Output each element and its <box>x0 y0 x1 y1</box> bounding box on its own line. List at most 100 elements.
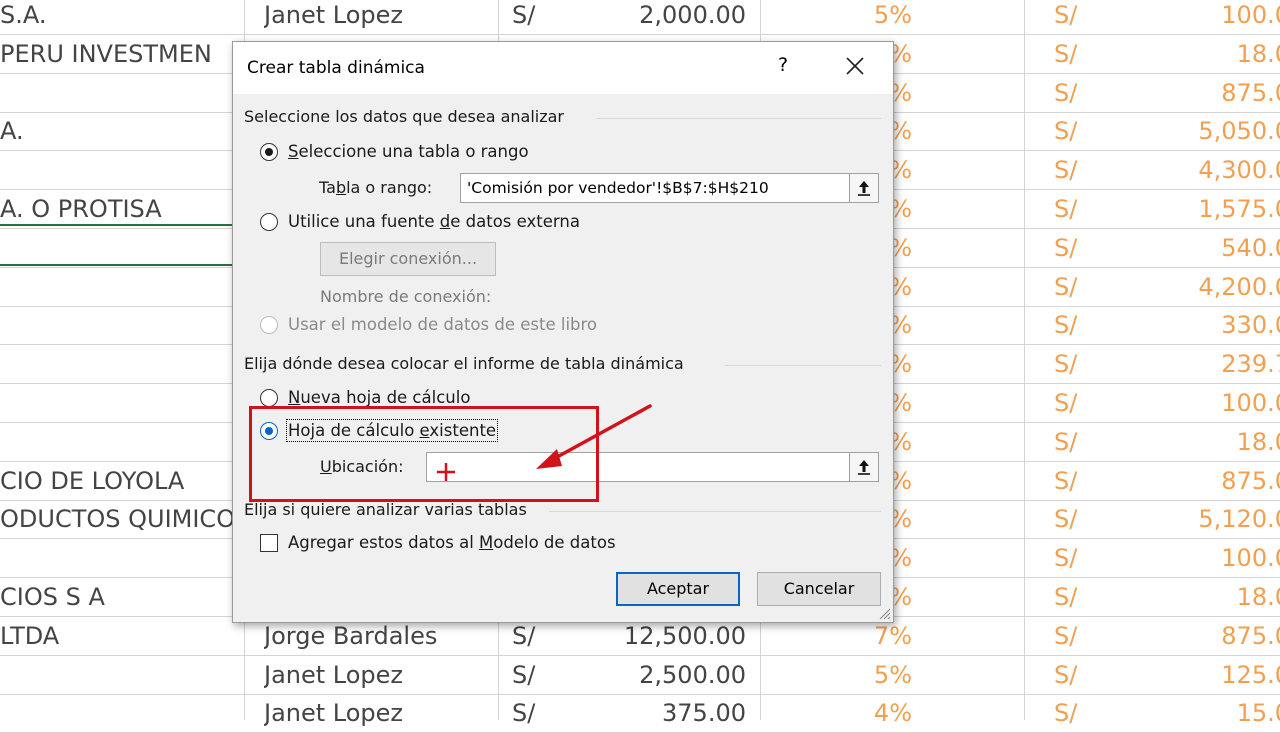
cell-company[interactable] <box>0 151 240 189</box>
help-button[interactable]: ? <box>773 54 793 80</box>
cell-company[interactable] <box>0 74 240 112</box>
dialog-titlebar[interactable]: Crear tabla dinámica ? <box>233 42 893 94</box>
cell-pct[interactable]: 5% <box>780 656 912 694</box>
radio-use-data-model[interactable] <box>260 316 278 334</box>
annotation-highlight-box <box>249 406 599 502</box>
cell-value[interactable]: 100.0 <box>1110 0 1280 34</box>
cell-value[interactable]: 4,300.0 <box>1110 151 1280 189</box>
connection-name-label: Nombre de conexión: <box>320 287 492 306</box>
collapse-dialog-icon <box>858 181 870 196</box>
cell-cur2[interactable]: S/ <box>1054 462 1094 500</box>
cell-name[interactable]: Janet Lopez <box>264 656 494 694</box>
cell-value[interactable]: 18.0 <box>1110 423 1280 461</box>
resize-grip-icon[interactable] <box>877 606 891 620</box>
cell-cur1[interactable]: S/ <box>512 656 552 694</box>
cell-company[interactable]: A. O PROTISA <box>0 190 240 228</box>
divider <box>725 365 881 366</box>
cell-cur2[interactable]: S/ <box>1054 151 1094 189</box>
cell-value[interactable]: 100.0 <box>1110 384 1280 422</box>
radio-new-worksheet[interactable] <box>260 389 278 407</box>
radio-select-table[interactable] <box>260 143 278 161</box>
cell-company[interactable] <box>0 384 240 422</box>
cell-company[interactable]: PERU INVESTMEN <box>0 35 240 73</box>
cell-cur2[interactable]: S/ <box>1054 578 1094 616</box>
cell-value[interactable]: 15.0 <box>1110 694 1280 732</box>
cell-amount[interactable]: 2,500.00 <box>560 656 746 694</box>
cell-company[interactable]: LTDA <box>0 617 240 655</box>
cell-company[interactable] <box>0 345 240 383</box>
cell-value[interactable]: 4,200.0 <box>1110 268 1280 306</box>
cell-company[interactable] <box>0 539 240 577</box>
radio-new-worksheet-label[interactable]: Nueva hoja de cálculo <box>288 388 470 407</box>
cell-value[interactable]: 875.0 <box>1110 617 1280 655</box>
cell-value[interactable]: 1,575.0 <box>1110 190 1280 228</box>
table-row[interactable]: Janet Lopez S/2,500.00 5% S/125.0 <box>0 656 1280 695</box>
create-pivot-table-dialog: Crear tabla dinámica ? Seleccione los da… <box>232 41 894 623</box>
cell-cur2[interactable]: S/ <box>1054 35 1094 73</box>
cell-value[interactable]: 875.0 <box>1110 74 1280 112</box>
cell-company[interactable] <box>0 694 240 732</box>
table-row[interactable]: S.A. Janet Lopez S/2,000.00 5% S/100.0 <box>0 0 1280 35</box>
cell-name[interactable]: Janet Lopez <box>264 0 494 34</box>
add-to-data-model-label[interactable]: Agregar estos datos al Modelo de datos <box>288 533 616 552</box>
ok-button[interactable]: Aceptar <box>616 572 740 606</box>
cell-company[interactable]: CIOS S A <box>0 578 240 616</box>
cell-pct[interactable]: 5% <box>780 0 912 34</box>
cell-cur2[interactable]: S/ <box>1054 74 1094 112</box>
cell-cur1[interactable]: S/ <box>512 694 552 732</box>
cell-value[interactable]: 125.0 <box>1110 656 1280 694</box>
cell-value[interactable]: 875.0 <box>1110 462 1280 500</box>
cell-company[interactable] <box>0 268 240 306</box>
cell-cur2[interactable]: S/ <box>1054 345 1094 383</box>
cell-value[interactable]: 100.0 <box>1110 539 1280 577</box>
column-divider <box>1024 0 1025 720</box>
cell-value[interactable]: 5,120.0 <box>1110 500 1280 538</box>
radio-external-source[interactable] <box>260 213 278 231</box>
cell-company[interactable] <box>0 656 240 694</box>
cell-cur1[interactable]: S/ <box>512 0 552 34</box>
cell-company[interactable]: S.A. <box>0 0 240 34</box>
cell-name[interactable]: Janet Lopez <box>264 694 494 732</box>
cell-company[interactable] <box>0 229 240 267</box>
cell-value[interactable]: 5,050.0 <box>1110 112 1280 150</box>
cell-value[interactable]: 18.0 <box>1110 578 1280 616</box>
cell-company[interactable] <box>0 306 240 344</box>
dialog-title: Crear tabla dinámica <box>247 58 425 78</box>
cell-company[interactable]: A. <box>0 112 240 150</box>
cell-pct[interactable]: 4% <box>780 694 912 732</box>
cell-cur2[interactable]: S/ <box>1054 656 1094 694</box>
collapse-dialog-button[interactable] <box>849 173 879 203</box>
add-to-data-model-checkbox[interactable] <box>260 534 278 552</box>
cell-cur2[interactable]: S/ <box>1054 112 1094 150</box>
cell-amount[interactable]: 375.00 <box>560 694 746 732</box>
cell-value[interactable]: 330.0 <box>1110 306 1280 344</box>
cell-cur2[interactable]: S/ <box>1054 190 1094 228</box>
radio-external-source-label[interactable]: Utilice una fuente de datos externa <box>288 212 580 231</box>
cell-value[interactable]: 18.0 <box>1110 35 1280 73</box>
table-range-label: Tabla o rango: <box>319 178 433 197</box>
cell-cur2[interactable]: S/ <box>1054 423 1094 461</box>
cell-value[interactable]: 540.0 <box>1110 229 1280 267</box>
cell-cur2[interactable]: S/ <box>1054 268 1094 306</box>
radio-select-table-label[interactable]: Seleccione una tabla o rango <box>288 142 529 161</box>
cancel-button[interactable]: Cancelar <box>757 572 881 606</box>
cell-company[interactable]: ODUCTOS QUIMICO <box>0 500 240 538</box>
close-button[interactable] <box>841 52 869 80</box>
table-range-input[interactable]: 'Comisión por vendedor'!$B$7:$H$210 <box>460 173 850 203</box>
cell-cur2[interactable]: S/ <box>1054 384 1094 422</box>
cell-cur2[interactable]: S/ <box>1054 500 1094 538</box>
cell-company[interactable] <box>0 423 240 461</box>
selection-border <box>0 224 240 226</box>
location-collapse-button[interactable] <box>849 452 879 482</box>
cell-cur2[interactable]: S/ <box>1054 539 1094 577</box>
cell-cur2[interactable]: S/ <box>1054 0 1094 34</box>
choose-connection-button[interactable]: Elegir conexión... <box>320 242 496 276</box>
cell-cur2[interactable]: S/ <box>1054 306 1094 344</box>
cell-amount[interactable]: 2,000.00 <box>560 0 746 34</box>
cell-cur2[interactable]: S/ <box>1054 694 1094 732</box>
cell-value[interactable]: 239.7 <box>1110 345 1280 383</box>
cell-company[interactable]: CIO DE LOYOLA <box>0 462 240 500</box>
cell-cur2[interactable]: S/ <box>1054 617 1094 655</box>
table-row[interactable]: Janet Lopez S/375.00 4% S/15.0 <box>0 694 1280 733</box>
cell-cur2[interactable]: S/ <box>1054 229 1094 267</box>
